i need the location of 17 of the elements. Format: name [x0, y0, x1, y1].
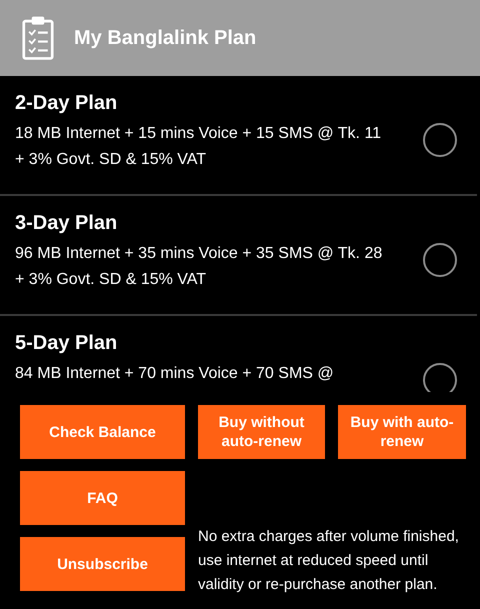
check-balance-button[interactable]: Check Balance	[20, 405, 185, 459]
plan-description: 18 MB Internet + 15 mins Voice + 15 SMS @ Tk. 11 + 3% Govt. SD & 15% VAT	[15, 124, 382, 170]
radio-button[interactable]	[423, 363, 457, 392]
info-note: No extra charges after volume finished, use internet at reduced speed until validity or re-purchase another plan.	[198, 527, 460, 595]
app-title: My Banglalink Plan	[74, 26, 256, 50]
radio-button[interactable]	[423, 123, 457, 157]
buy-with-renew-button[interactable]: Buy with auto-renew	[338, 405, 466, 459]
plan-name: 5-Day Plan	[15, 332, 118, 355]
plan-description: 96 MB Internet + 35 mins Voice + 35 SMS @ Tk. 28 + 3% Govt. SD & 15% VAT	[15, 244, 384, 290]
plan-description: 84 MB Internet + 70 mins Voice + 70 SMS @	[15, 364, 335, 384]
buy-without-renew-button[interactable]: Buy without auto-renew	[198, 405, 325, 459]
faq-button[interactable]: FAQ	[20, 471, 185, 525]
clipboard-checklist-icon	[22, 15, 54, 61]
unsubscribe-button[interactable]: Unsubscribe	[20, 537, 185, 591]
plan-name: 2-Day Plan	[15, 92, 118, 115]
radio-button[interactable]	[423, 243, 457, 277]
plan-name: 3-Day Plan	[15, 212, 118, 235]
